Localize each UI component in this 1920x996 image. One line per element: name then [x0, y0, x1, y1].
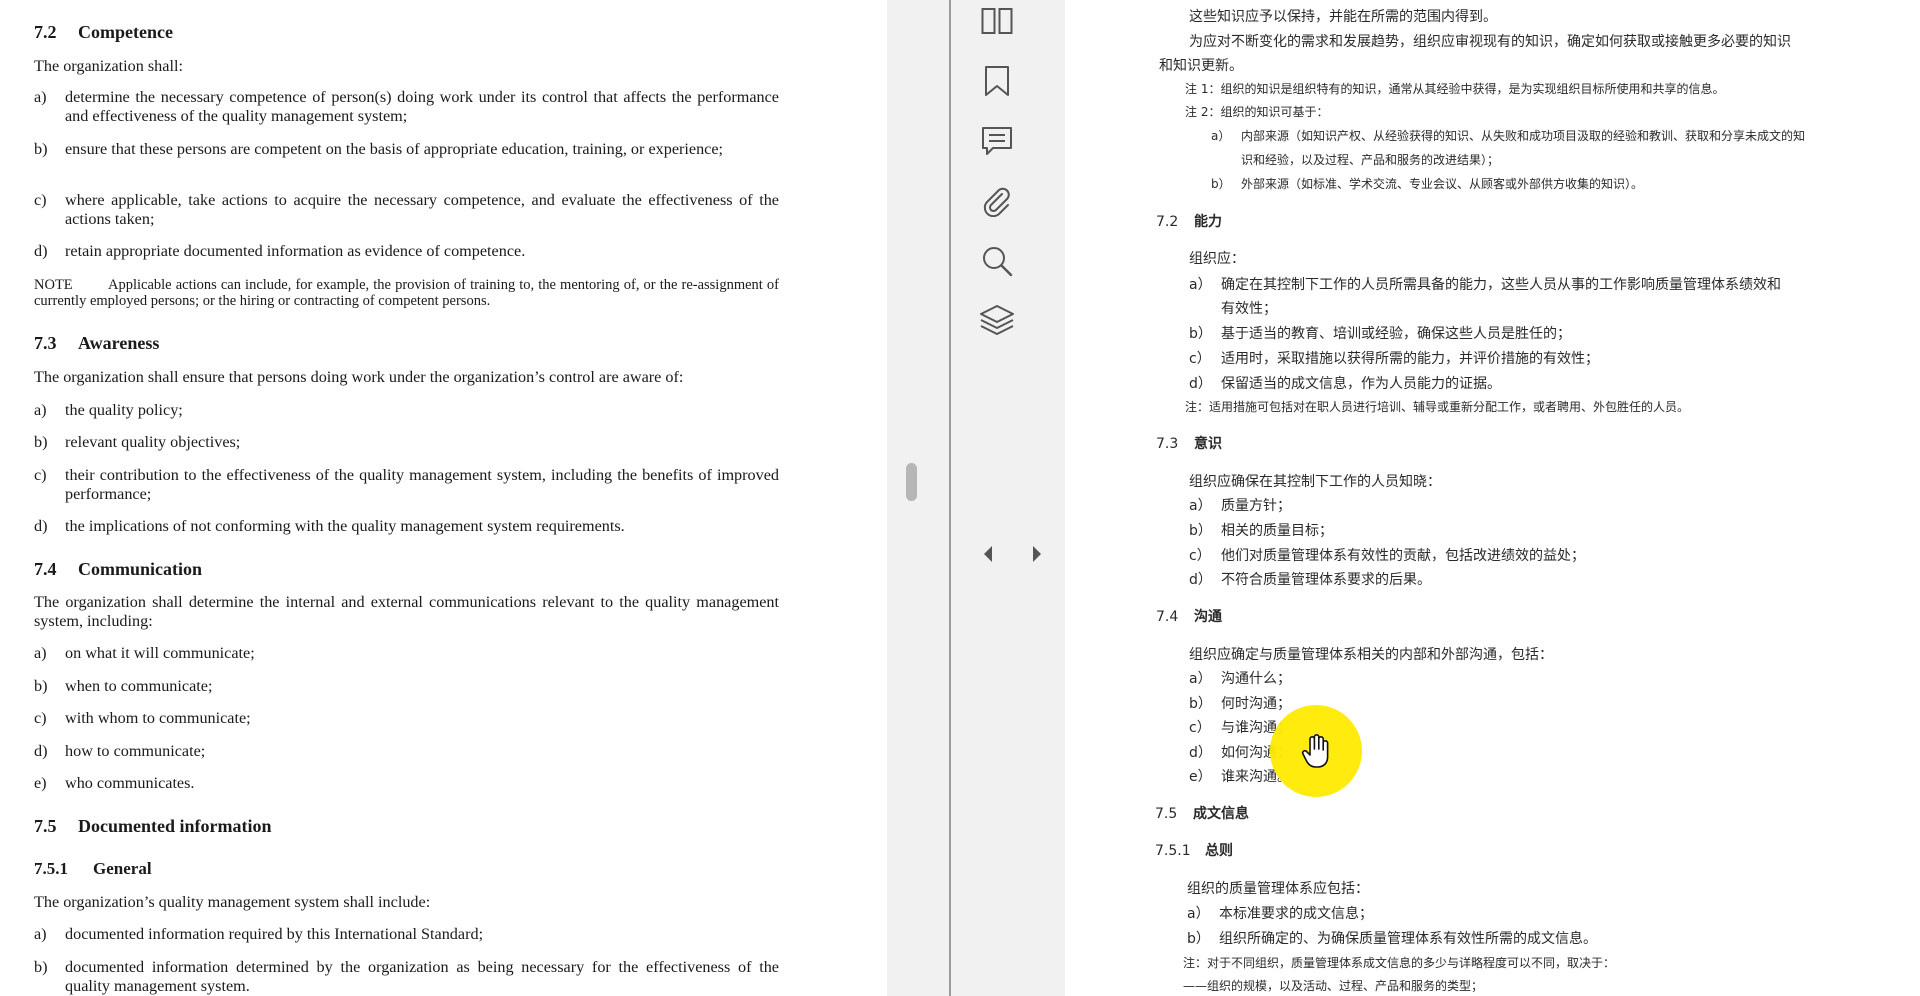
text-line: 组织应： [1189, 251, 1245, 267]
note-item: b） 外部来源（如标准、学术交流、专业会议、从顾客或外部供方收集的知识）。 [1211, 177, 1644, 191]
list-item: a) on what it will communicate; [34, 644, 255, 662]
section-7-4-heading-cn: 7.4 沟通 [1156, 609, 1222, 625]
section-7-5-1-heading-cn: 7.5.1 总则 [1155, 843, 1233, 859]
list-item: d) the implications of not conforming wit… [34, 517, 625, 535]
list-item: b) relevant quality objectives; [34, 433, 241, 451]
list-item: a) documented information required by thi… [34, 925, 484, 943]
list-item: b) when to communicate; [34, 677, 213, 695]
section-7-5-1-intro: The organization’s quality management sy… [34, 893, 431, 911]
list-item: d） 保留适当的成文信息，作为人员能力的证据。 [1189, 376, 1501, 392]
list-item: c) where applicable, take actions to acqu… [34, 191, 779, 228]
list-item: c） 适用时，采取措施以获得所需的能力，并评价措施的有效性； [1189, 351, 1599, 367]
list-item: c） 他们对质量管理体系有效性的贡献，包括改进绩效的益处； [1189, 548, 1585, 564]
text-line: 组织应确保在其控制下工作的人员知晓： [1189, 474, 1441, 490]
note-line: 注：对于不同组织，质量管理体系成文信息的多少与详略程度可以不同，取决于： [1183, 956, 1616, 970]
note-line: 注：适用措施可包括对在职人员进行培训、辅导或重新分配工作，或者聘用、外包胜任的人… [1185, 400, 1690, 414]
list-item: a） 确定在其控制下工作的人员所需具备的能力，这些人员从事的工作影响质量管理体系绩… [1189, 277, 1781, 293]
section-7-5-1-heading: 7.5.1 General [34, 859, 152, 878]
section-7-5-heading: 7.5 Documented information [34, 816, 272, 836]
english-document-pane[interactable]: 7.2 Competence The organization shall: a)… [0, 0, 887, 996]
section-7-5-heading-cn: 7.5 成文信息 [1155, 806, 1249, 822]
list-item: a） 质量方针； [1189, 498, 1291, 514]
side-toolbar [951, 0, 1065, 996]
list-item: b) ensure that these persons are competen… [34, 140, 724, 158]
section-7-3-intro: The organization shall ensure that perso… [34, 368, 684, 386]
section-number: 7.2 [34, 22, 57, 42]
list-item: c) their contribution to the effectivenes… [34, 466, 779, 503]
list-item: b) documented information determined by t… [34, 958, 779, 995]
list-item: d） 不符合质量管理体系要求的后果。 [1189, 572, 1431, 588]
list-item: a） 沟通什么； [1189, 671, 1291, 687]
text-line: 有效性； [1221, 301, 1277, 317]
section-7-3-heading-cn: 7.3 意识 [1156, 436, 1222, 452]
list-item: b） 相关的质量目标； [1189, 523, 1333, 539]
list-item: a) determine the necessary competence of … [34, 88, 779, 125]
list-item: a） 本标准要求的成文信息； [1187, 906, 1373, 922]
section-7-2-heading-cn: 7.2 能力 [1156, 214, 1222, 230]
left-pane-scrollbar-thumb[interactable] [906, 463, 917, 501]
layers-icon[interactable] [977, 301, 1017, 341]
comment-icon[interactable] [977, 121, 1017, 161]
note-line: 注 1：组织的知识是组织特有的知识，通常从其经验中获得，是为实现组织目标所使用和… [1185, 82, 1725, 96]
section-7-3-heading: 7.3 Awareness [34, 333, 160, 353]
list-item: d) retain appropriate documented informat… [34, 242, 526, 260]
collapse-left-arrow-icon[interactable] [984, 546, 992, 562]
text-line: 为应对不断变化的需求和发展趋势，组织应审视现有的知识，确定如何获取或接触更多必要… [1189, 34, 1791, 50]
section-7-4-intro: The organization shall determine the int… [34, 593, 779, 630]
section-title: Competence [78, 22, 173, 42]
chinese-document-pane[interactable]: 这些知识应予以保持，并能在所需的范围内得到。 为应对不断变化的需求和发展趋势，组… [1065, 0, 1920, 996]
bookmark-icon[interactable] [977, 61, 1017, 101]
text-line: 组织应确定与质量管理体系相关的内部和外部沟通，包括： [1189, 647, 1553, 663]
text-line: 这些知识应予以保持，并能在所需的范围内得到。 [1189, 9, 1497, 25]
list-item: b） 基于适当的教育、培训或经验，确保这些人员是胜任的； [1189, 326, 1571, 342]
section-7-4-heading: 7.4 Communication [34, 559, 203, 579]
list-item: a) the quality policy; [34, 401, 183, 419]
section-7-2-heading: 7.2 Competence [34, 21, 173, 43]
note-item: a） 内部来源（如知识产权、从经验获得的知识、从失败和成功项目汲取的经验和教训、获… [1211, 129, 1806, 143]
attachment-icon[interactable] [977, 181, 1017, 221]
text-line: 组织的质量管理体系应包括： [1187, 881, 1369, 897]
note-line: 识和经验，以及过程、产品和服务的改进结果）； [1241, 153, 1500, 167]
expand-right-arrow-icon[interactable] [1033, 546, 1041, 562]
section-7-2-intro: The organization shall: [34, 57, 183, 75]
two-page-view-icon[interactable] [977, 1, 1017, 41]
list-item: e) who communicates. [34, 774, 195, 792]
search-icon[interactable] [977, 241, 1017, 281]
list-item: b） 何时沟通； [1189, 696, 1291, 712]
note-line: ——组织的规模，以及活动、过程、产品和服务的类型； [1183, 979, 1484, 993]
section-7-2-note: NOTE Applicable actions can include, for … [34, 277, 779, 309]
note-line: 注 2：组织的知识可基于： [1185, 105, 1329, 119]
left-pane-gutter [887, 0, 951, 996]
list-item: b） 组织所确定的、为确保质量管理体系有效性所需的成文信息。 [1187, 931, 1597, 947]
list-item: d) how to communicate; [34, 742, 206, 760]
list-item: c) with whom to communicate; [34, 709, 251, 727]
text-line: 和知识更新。 [1159, 58, 1243, 74]
hand-cursor-icon [1300, 733, 1332, 769]
